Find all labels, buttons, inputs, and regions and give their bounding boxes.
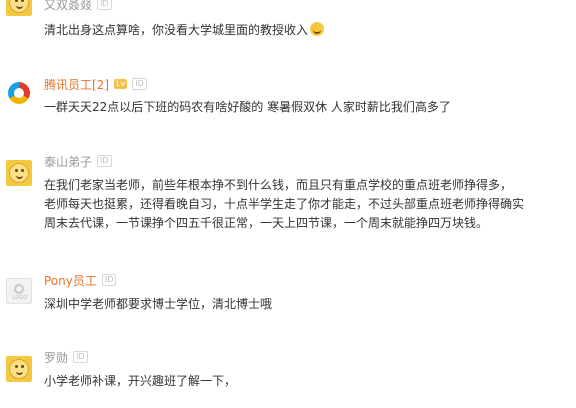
circle-logo-avatar-icon[interactable] — [6, 80, 32, 106]
avatar-logo-text: LOGO — [12, 295, 28, 301]
comment-text-line: 在我们老家当老师，前些年根本挣不到什么钱，而且只有重点学校的重点班老师挣得多， — [44, 178, 513, 192]
comment-feed: 又双叒叕 ID 清北出身这点算啥，你没看大学城里面的教授收入 腾讯员工[2] L… — [0, 0, 576, 408]
comment-text-line: 深圳中学老师都要求博士学位，清北博士哦 — [44, 297, 273, 311]
level-badge: Lv — [114, 79, 128, 89]
comment-text: 深圳中学老师都要求博士学位，清北博士哦 — [44, 295, 576, 314]
comment-text-line: 一群天天22点以后下班的码农有啥好酸的 寒暑假双休 人家时薪比我们高多了 — [44, 100, 451, 114]
smiley-avatar-icon[interactable] — [6, 160, 32, 186]
username[interactable]: Pony员工 — [44, 272, 97, 289]
id-badge: ID — [101, 274, 117, 286]
comment-text-line: 周末去代课，一节课挣个四五千很正常，一天上四节课，一个周末就能挣四万块钱。 — [44, 216, 489, 230]
gray-placeholder-avatar-icon[interactable]: LOGO — [6, 278, 32, 304]
id-badge: ID — [73, 351, 88, 363]
comment-text: 一群天天22点以后下班的码农有啥好酸的 寒暑假双休 人家时薪比我们高多了 — [44, 98, 576, 117]
comment-text: 在我们老家当老师，前些年根本挣不到什么钱，而且只有重点学校的重点班老师挣得多， … — [44, 176, 576, 233]
comment-text-line: 老师每天也挺累，还得看晚自习，十点半学生走了你才能走，不过头部重点班老师挣得确实 — [44, 197, 525, 211]
id-badge: ID — [97, 155, 112, 167]
username[interactable]: 罗勋 — [44, 349, 68, 366]
comment-item: 罗勋 ID 小学老师补课，开兴趣班了解一下， — [0, 0, 576, 388]
comment-text-line: 小学老师补课，开兴趣班了解一下， — [44, 374, 237, 388]
comment-text: 小学老师补课，开兴趣班了解一下， — [44, 372, 576, 391]
username[interactable]: 泰山弟子 — [44, 153, 92, 170]
smiley-avatar-icon[interactable] — [6, 356, 32, 382]
